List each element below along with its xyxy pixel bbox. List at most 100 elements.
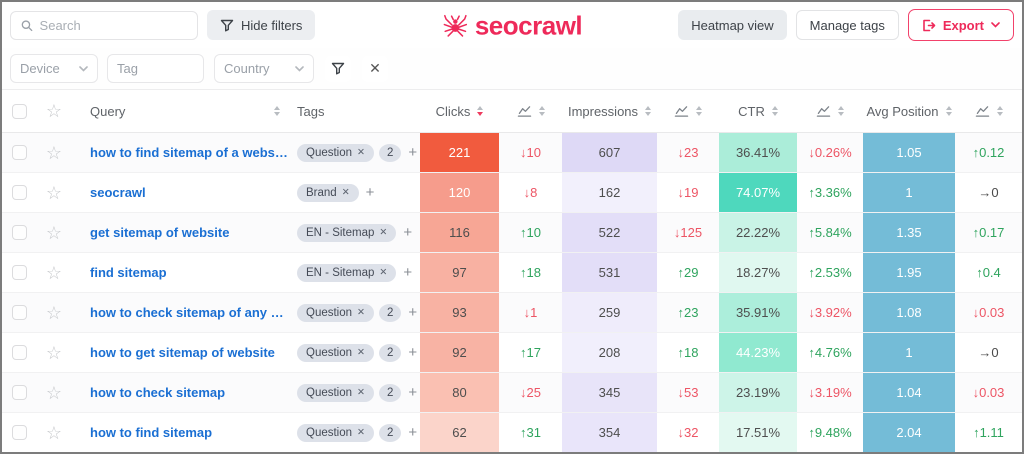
query-link[interactable]: how to get sitemap of website: [90, 345, 275, 360]
impressions-column-header[interactable]: Impressions: [562, 90, 657, 132]
query-cell: how to find sitemap of a website: [70, 133, 290, 172]
query-link[interactable]: how to find sitemap: [90, 425, 212, 440]
tags-cell: Question✕ 2 +: [290, 373, 420, 412]
tag-chip[interactable]: Question✕: [297, 304, 374, 322]
tag-chip[interactable]: EN - Sitemap✕: [297, 224, 396, 242]
tag-chip[interactable]: 2: [379, 344, 401, 362]
remove-tag-icon[interactable]: ✕: [357, 347, 365, 358]
star-icon[interactable]: ☆: [46, 344, 62, 362]
tag-chip[interactable]: Question✕: [297, 144, 374, 162]
tag-chip[interactable]: Brand✕: [297, 184, 359, 202]
hide-filters-label: Hide filters: [241, 18, 302, 33]
tag-chip[interactable]: Question✕: [297, 384, 374, 402]
remove-tag-icon[interactable]: ✕: [357, 427, 365, 438]
tag-chip[interactable]: EN - Sitemap✕: [297, 264, 396, 282]
impressions-trend-column-header[interactable]: [657, 90, 719, 132]
star-icon[interactable]: ☆: [46, 224, 62, 242]
row-checkbox[interactable]: [12, 225, 27, 240]
clicks-column-header[interactable]: Clicks: [420, 90, 499, 132]
sort-control[interactable]: [997, 106, 1003, 116]
tag-chip[interactable]: 2: [379, 304, 401, 322]
apply-filter-button[interactable]: [325, 56, 351, 82]
clicks-cell: 80: [420, 373, 499, 412]
star-icon[interactable]: ☆: [46, 102, 62, 120]
star-icon[interactable]: ☆: [46, 144, 62, 162]
impressions-cell: 162: [562, 173, 657, 212]
avg-position-delta-cell: ↑0.12: [955, 133, 1022, 172]
query-link[interactable]: how to check sitemap of any website: [90, 305, 290, 320]
add-tag-button[interactable]: +: [364, 184, 377, 201]
add-tag-button[interactable]: +: [406, 344, 419, 361]
select-all-checkbox[interactable]: [12, 104, 27, 119]
add-tag-button[interactable]: +: [401, 264, 414, 281]
query-link[interactable]: find sitemap: [90, 265, 167, 280]
sort-control[interactable]: [772, 106, 778, 116]
remove-tag-icon[interactable]: ✕: [357, 307, 365, 318]
avg-position-cell: 1.95: [863, 253, 955, 292]
remove-tag-icon[interactable]: ✕: [357, 147, 365, 158]
clear-filters-button[interactable]: ✕: [362, 56, 388, 82]
row-checkbox[interactable]: [12, 305, 27, 320]
tag-chip[interactable]: Question✕: [297, 344, 374, 362]
sort-control[interactable]: [946, 106, 952, 116]
add-tag-button[interactable]: +: [406, 384, 419, 401]
row-checkbox[interactable]: [12, 345, 27, 360]
add-tag-button[interactable]: +: [406, 144, 419, 161]
device-select[interactable]: Device: [10, 54, 98, 83]
sort-control[interactable]: [274, 106, 280, 116]
hide-filters-button[interactable]: Hide filters: [207, 10, 315, 40]
add-tag-button[interactable]: +: [406, 304, 419, 321]
tag-chip[interactable]: 2: [379, 144, 401, 162]
query-cell: find sitemap: [70, 253, 290, 292]
row-checkbox[interactable]: [12, 385, 27, 400]
row-checkbox[interactable]: [12, 145, 27, 160]
add-tag-button[interactable]: +: [406, 424, 419, 441]
country-select[interactable]: Country: [214, 54, 314, 83]
tag-chip[interactable]: 2: [379, 424, 401, 442]
table-body: ☆ how to find sitemap of a website Questio…: [2, 133, 1022, 453]
export-icon: [922, 19, 936, 32]
ctr-delta-cell: ↑2.53%: [797, 253, 863, 292]
sort-control[interactable]: [838, 106, 844, 116]
star-icon[interactable]: ☆: [46, 264, 62, 282]
funnel-icon: [331, 62, 345, 75]
sort-control[interactable]: [696, 106, 702, 116]
add-tag-button[interactable]: +: [401, 224, 414, 241]
search-input[interactable]: [40, 18, 187, 33]
clicks-trend-column-header[interactable]: [499, 90, 562, 132]
ctr-trend-column-header[interactable]: [797, 90, 863, 132]
sort-control-active[interactable]: [477, 106, 483, 116]
heatmap-view-button[interactable]: Heatmap view: [678, 10, 786, 40]
query-column-header[interactable]: Query: [70, 90, 290, 132]
star-icon[interactable]: ☆: [46, 304, 62, 322]
query-link[interactable]: how to find sitemap of a website: [90, 145, 290, 160]
tag-chip[interactable]: Question✕: [297, 424, 374, 442]
row-checkbox[interactable]: [12, 425, 27, 440]
avg-position-column-header[interactable]: Avg Position: [863, 90, 955, 132]
star-icon[interactable]: ☆: [46, 184, 62, 202]
tag-chip[interactable]: 2: [379, 384, 401, 402]
row-checkbox-cell: [2, 413, 38, 452]
remove-tag-icon[interactable]: ✕: [379, 227, 387, 238]
export-button[interactable]: Export: [908, 9, 1014, 41]
query-link[interactable]: how to check sitemap: [90, 385, 225, 400]
query-link[interactable]: seocrawl: [90, 185, 146, 200]
row-checkbox[interactable]: [12, 265, 27, 280]
query-link[interactable]: get sitemap of website: [90, 225, 229, 240]
impressions-cell: 259: [562, 293, 657, 332]
avg-position-cell: 1.04: [863, 373, 955, 412]
tag-filter-input[interactable]: [107, 54, 204, 83]
avg-position-trend-column-header[interactable]: [955, 90, 1022, 132]
star-icon[interactable]: ☆: [46, 424, 62, 442]
avg-position-cell: 1.35: [863, 213, 955, 252]
remove-tag-icon[interactable]: ✕: [357, 387, 365, 398]
manage-tags-button[interactable]: Manage tags: [796, 10, 899, 40]
ctr-column-header[interactable]: CTR: [719, 90, 797, 132]
sort-control[interactable]: [645, 106, 651, 116]
sort-control[interactable]: [539, 106, 545, 116]
remove-tag-icon[interactable]: ✕: [342, 187, 350, 198]
star-icon[interactable]: ☆: [46, 384, 62, 402]
impressions-column-label: Impressions: [568, 104, 638, 119]
remove-tag-icon[interactable]: ✕: [379, 267, 387, 278]
row-checkbox[interactable]: [12, 185, 27, 200]
